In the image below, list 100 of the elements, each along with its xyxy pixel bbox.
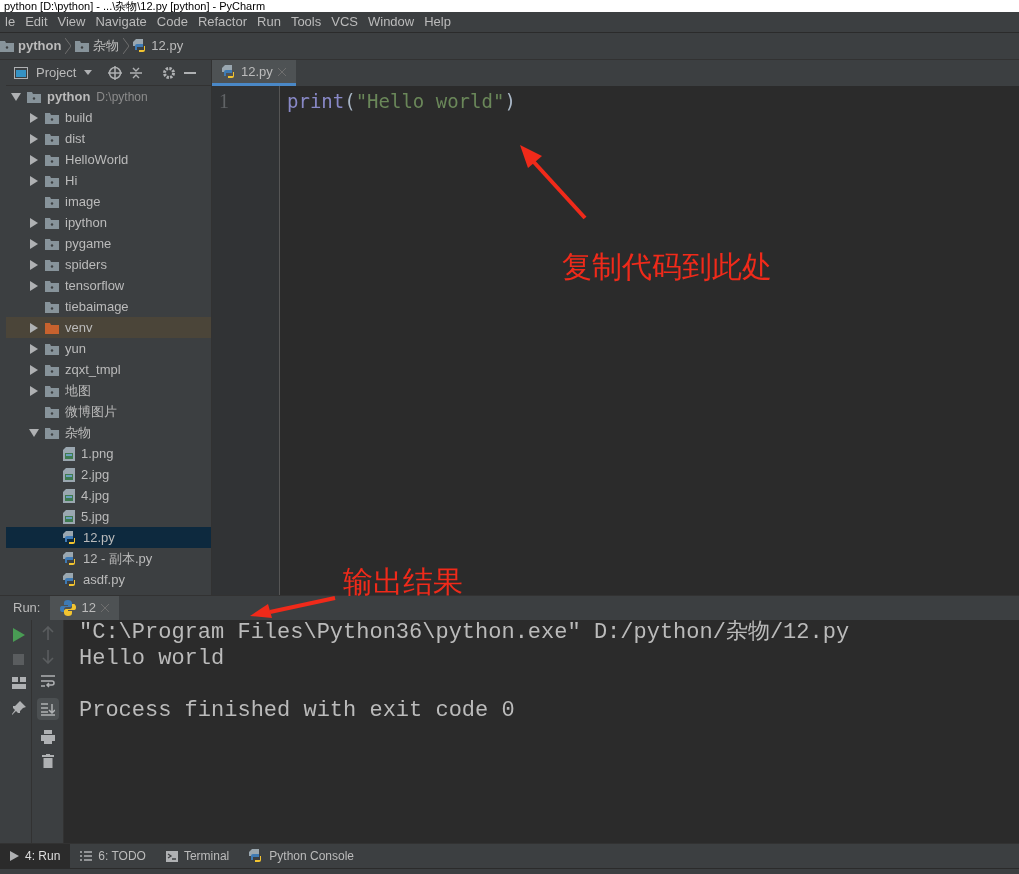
tree-item[interactable]: zqxt_tmpl: [6, 359, 211, 380]
breadcrumb-item[interactable]: python: [18, 36, 62, 56]
folder-icon: [45, 384, 59, 397]
folder-icon: [45, 174, 59, 187]
tool-window-tab[interactable]: 4: Run: [0, 844, 71, 868]
collapse-icon[interactable]: [130, 65, 143, 80]
menu-item[interactable]: View: [52, 12, 91, 32]
folder-icon: [45, 426, 59, 439]
menu-item[interactable]: Refactor: [192, 12, 252, 32]
expanded-arrow-icon[interactable]: [29, 428, 39, 437]
menu-item[interactable]: Help: [419, 12, 456, 32]
python-file-icon: [63, 551, 77, 566]
folder-icon: [45, 258, 59, 271]
collapsed-arrow-icon[interactable]: [29, 154, 39, 165]
tree-item[interactable]: 2.jpg: [6, 464, 211, 485]
menu-item[interactable]: Run: [252, 12, 286, 32]
tree-item[interactable]: 杂物: [6, 422, 211, 443]
collapsed-arrow-icon[interactable]: [29, 322, 39, 333]
menu-item[interactable]: Edit: [20, 12, 53, 32]
tree-item[interactable]: venv: [6, 317, 211, 338]
annotation-text: 复制代码到此处: [562, 248, 772, 286]
python-file-icon: [222, 64, 236, 79]
menu-item[interactable]: Tools: [285, 12, 327, 32]
scroll-end-icon: [40, 702, 55, 716]
python-icon: [60, 600, 77, 616]
collapsed-arrow-icon[interactable]: [29, 217, 39, 228]
collapsed-arrow-icon[interactable]: [29, 238, 39, 249]
layout-icon[interactable]: [11, 677, 26, 689]
settings-icon[interactable]: [162, 65, 177, 80]
collapsed-arrow-icon[interactable]: [29, 259, 39, 270]
tool-window-tab[interactable]: 6: TODO: [70, 844, 156, 868]
tree-item[interactable]: pygame: [6, 233, 211, 254]
image-file-icon: [63, 488, 75, 503]
tree-item[interactable]: 微博图片: [6, 401, 211, 422]
tree-item[interactable]: 4.jpg: [6, 485, 211, 506]
folder-icon: [45, 300, 59, 313]
collapsed-arrow-icon[interactable]: [29, 133, 39, 144]
folder-icon: [45, 195, 59, 208]
trash-icon[interactable]: [41, 754, 54, 768]
tree-item[interactable]: image: [6, 191, 211, 212]
pin-icon[interactable]: [11, 701, 26, 715]
folder-icon: [45, 279, 59, 292]
scroll-to-end-button[interactable]: [36, 698, 59, 720]
run-label: Run:: [12, 599, 42, 618]
chevron-icon: [123, 38, 130, 54]
print-icon[interactable]: [40, 730, 55, 744]
tool-window-tab[interactable]: Terminal: [155, 844, 240, 868]
tree-item[interactable]: tiebaimage: [6, 296, 211, 317]
collapsed-arrow-icon[interactable]: [29, 364, 39, 375]
tool-window-tab[interactable]: Python Console: [239, 844, 365, 868]
tree-item[interactable]: asdf.py: [6, 569, 211, 590]
tree-item[interactable]: ipython: [6, 212, 211, 233]
python-file-icon: [63, 530, 77, 545]
tree-item[interactable]: 1.png: [6, 443, 211, 464]
folder-icon: [45, 237, 59, 250]
panel-title[interactable]: Project: [36, 62, 77, 83]
tree-item[interactable]: python D:\python: [6, 86, 211, 107]
image-file-icon: [63, 446, 75, 461]
caret-icon[interactable]: [84, 70, 93, 75]
run-icon: [10, 851, 19, 861]
breadcrumb-item[interactable]: 12.py: [151, 36, 184, 56]
tree-item[interactable]: build: [6, 107, 211, 128]
tree-item[interactable]: HelloWorld: [6, 149, 211, 170]
run-tab[interactable]: 12: [50, 595, 119, 621]
menu-item[interactable]: Code: [151, 12, 193, 32]
python-file-icon: [133, 39, 148, 53]
editor-tab[interactable]: 12.py: [212, 60, 296, 86]
tree-item[interactable]: Hi: [6, 170, 211, 191]
collapsed-arrow-icon[interactable]: [29, 280, 39, 291]
folder-icon: [45, 342, 59, 355]
menu-item[interactable]: Navigate: [90, 12, 152, 32]
target-icon[interactable]: [108, 65, 123, 80]
folder-icon: [45, 132, 59, 145]
tree-item[interactable]: tensorflow: [6, 275, 211, 296]
tree-item[interactable]: 地图: [6, 380, 211, 401]
tree-item[interactable]: 5.jpg: [6, 506, 211, 527]
image-file-icon: [63, 509, 75, 524]
collapsed-arrow-icon[interactable]: [29, 385, 39, 396]
tree-item[interactable]: yun: [6, 338, 211, 359]
code-line: print("Hello world"): [287, 89, 516, 114]
collapsed-arrow-icon[interactable]: [29, 343, 39, 354]
terminal-icon: [165, 850, 178, 862]
minimize-icon[interactable]: [184, 71, 197, 74]
breadcrumb-item[interactable]: 杂物: [93, 36, 120, 56]
folder-icon: [45, 405, 59, 418]
menu-item[interactable]: Window: [362, 12, 420, 32]
panel-icon: [14, 66, 28, 79]
wrap-icon[interactable]: [40, 674, 55, 688]
menu-item[interactable]: le: [0, 12, 21, 32]
python-file-icon: [63, 572, 77, 587]
collapsed-arrow-icon[interactable]: [29, 112, 39, 123]
tree-item[interactable]: spiders: [6, 254, 211, 275]
menu-item[interactable]: VCS: [326, 12, 363, 32]
tree-item[interactable]: 12 - 副本.py: [6, 548, 211, 569]
tree-item[interactable]: 12.py: [6, 527, 211, 548]
expanded-arrow-icon[interactable]: [11, 92, 21, 101]
tree-item[interactable]: dist: [6, 128, 211, 149]
run-icon[interactable]: [12, 628, 25, 642]
collapsed-arrow-icon[interactable]: [29, 175, 39, 186]
image-file-icon: [63, 467, 75, 482]
